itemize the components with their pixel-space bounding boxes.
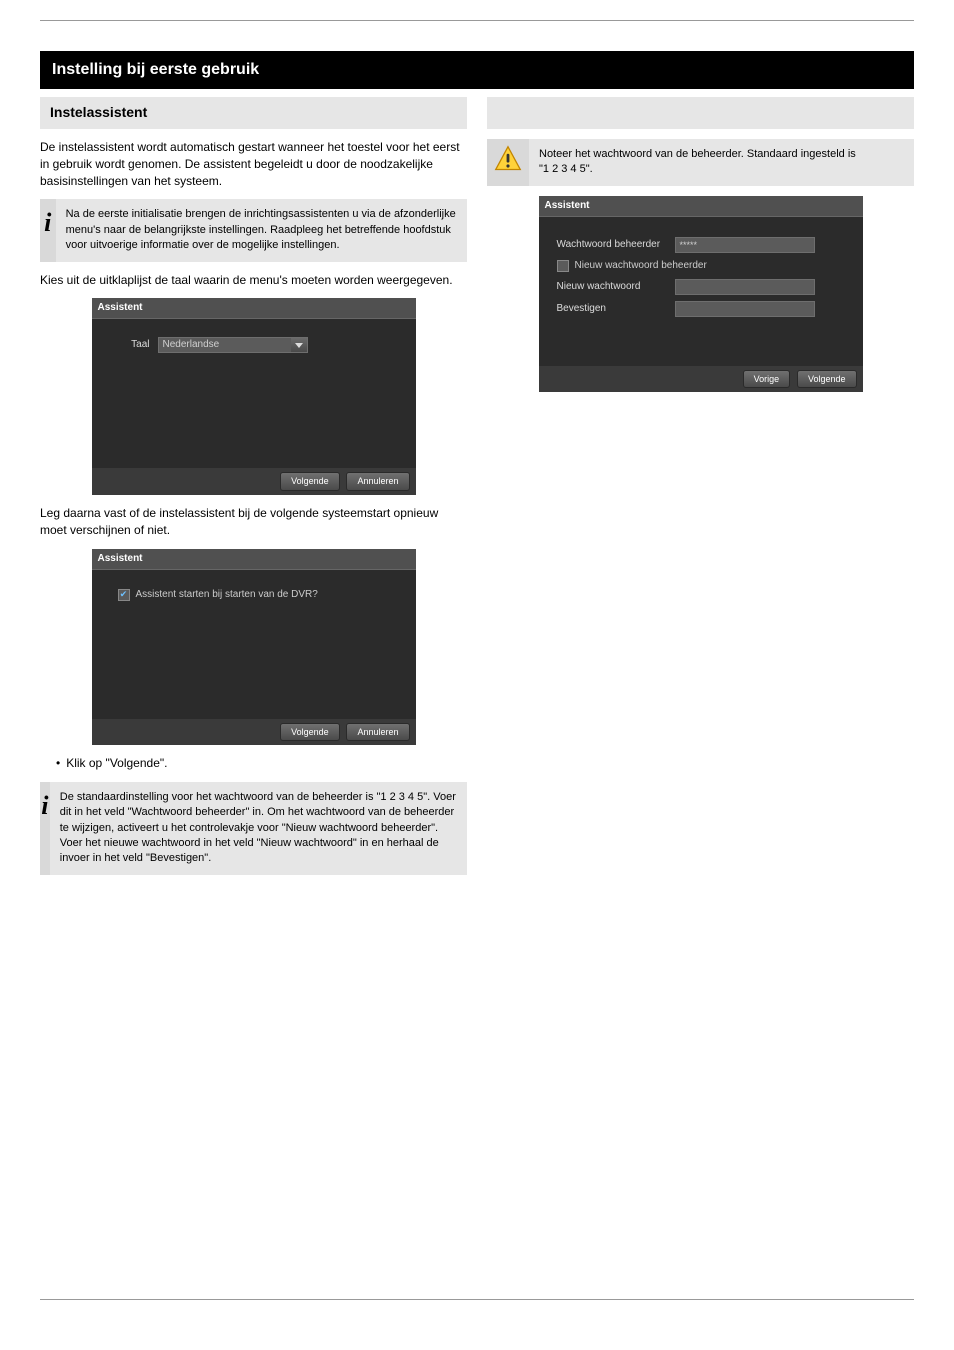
dvr-dialog-startup-title: Assistent [92,549,416,569]
note-box-2: i De standaardinstelling voor het wachtw… [40,782,467,875]
dvr-dialog-password-title: Assistent [539,196,863,216]
language-label: Taal [120,338,150,352]
note-1-text: Na de eerste initialisatie brengen de in… [56,199,467,261]
dialog1-next-button[interactable]: Volgende [280,472,340,491]
warning-icon-cell [487,139,529,186]
note-2-text: De standaardinstelling voor het wachtwoo… [50,782,467,875]
admin-password-label: Wachtwoord beheerder [557,238,667,252]
bullet-click-next: Klik op "Volgende". [56,755,467,772]
language-select[interactable]: Nederlandse [158,337,308,353]
left-subhead: Instelassistent [40,97,467,129]
dialog3-next-button[interactable]: Volgende [797,370,857,389]
info-icon-cell: i [40,199,56,261]
dvr-dialog-language: Assistent Taal Nederlandse Volgende [92,298,416,495]
dvr-dialog-startup: Assistent Assistent starten bij starten … [92,549,416,746]
info-icon-cell-2: i [40,782,50,875]
warning-text: Noteer het wachtwoord van de beheerder. … [529,139,866,186]
chevron-down-icon [291,338,307,352]
admin-password-input[interactable]: ***** [675,237,815,253]
dvr-dialog-language-title: Assistent [92,298,416,318]
dialog2-cancel-button[interactable]: Annuleren [346,723,409,742]
confirm-password-label: Bevestigen [557,302,667,316]
dialog3-prev-button[interactable]: Vorige [743,370,791,389]
left-para-nextstart: Leg daarna vast of de instelassistent bi… [40,505,467,539]
warning-body: Noteer het wachtwoord van de beheerder. … [539,148,856,160]
info-icon: i [44,205,51,241]
dialog2-next-button[interactable]: Volgende [280,723,340,742]
warning-icon [494,145,522,173]
right-subhead-blank [487,97,914,129]
note-box-1: i Na de eerste initialisatie brengen de … [40,199,467,261]
dialog1-cancel-button[interactable]: Annuleren [346,472,409,491]
new-password-input[interactable] [675,279,815,295]
startup-wizard-checkbox[interactable] [118,589,130,601]
left-para-lang: Kies uit de uitklaplijst de taal waarin … [40,272,467,289]
confirm-password-input[interactable] [675,301,815,317]
warning-box: Noteer het wachtwoord van de beheerder. … [487,139,914,186]
page-footer [40,1293,914,1299]
section-title: Instelling bij eerste gebruik [40,51,914,89]
new-admin-password-checkbox[interactable] [557,260,569,272]
dvr-dialog-password: Assistent Wachtwoord beheerder ***** Nie… [539,196,863,393]
language-select-value: Nederlandse [163,339,220,350]
warning-code: "1 2 3 4 5". [539,163,593,175]
startup-wizard-label: Assistent starten bij starten van de DVR… [136,588,318,602]
left-para-intro: De instelassistent wordt automatisch ges… [40,139,467,189]
new-admin-password-check-label: Nieuw wachtwoord beheerder [575,259,707,273]
new-password-label: Nieuw wachtwoord [557,280,667,294]
info-icon: i [41,788,48,824]
